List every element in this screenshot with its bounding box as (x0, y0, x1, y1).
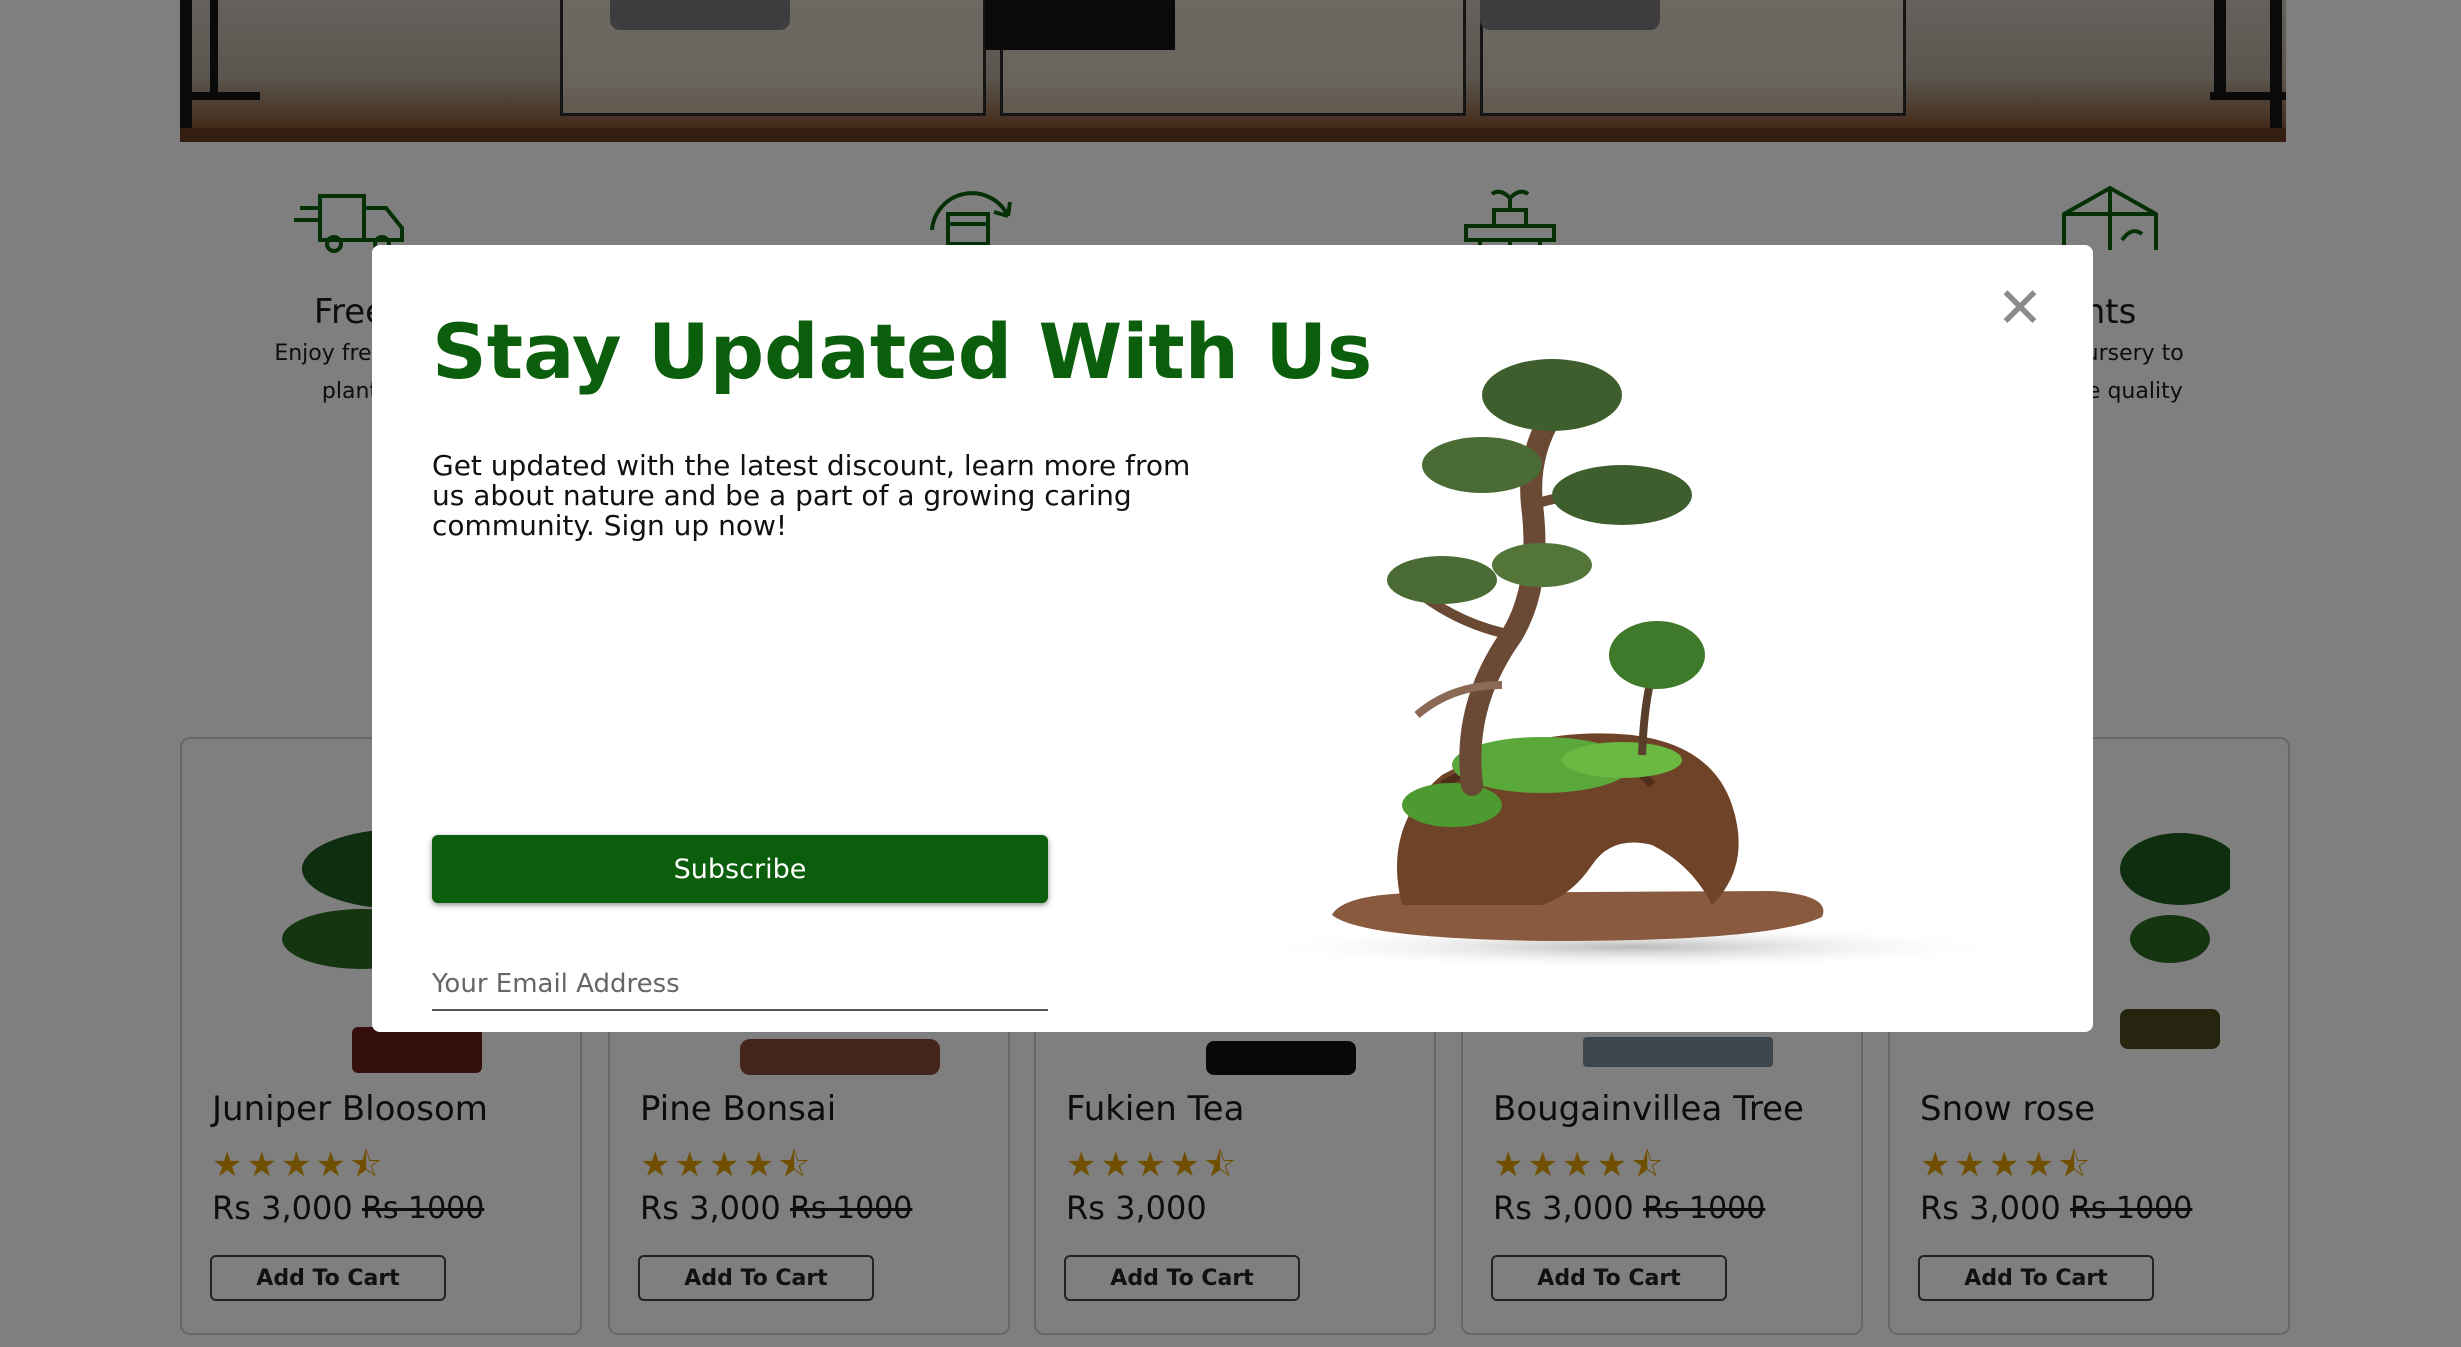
subscribe-button[interactable]: Subscribe (432, 835, 1048, 903)
bonsai-tree-illustration (1252, 359, 2012, 969)
newsletter-modal: ✕ Stay Updated With Us Get updated with … (372, 245, 2093, 1032)
email-input[interactable] (432, 959, 1048, 1011)
modal-description: Get updated with the latest discount, le… (432, 449, 1191, 542)
